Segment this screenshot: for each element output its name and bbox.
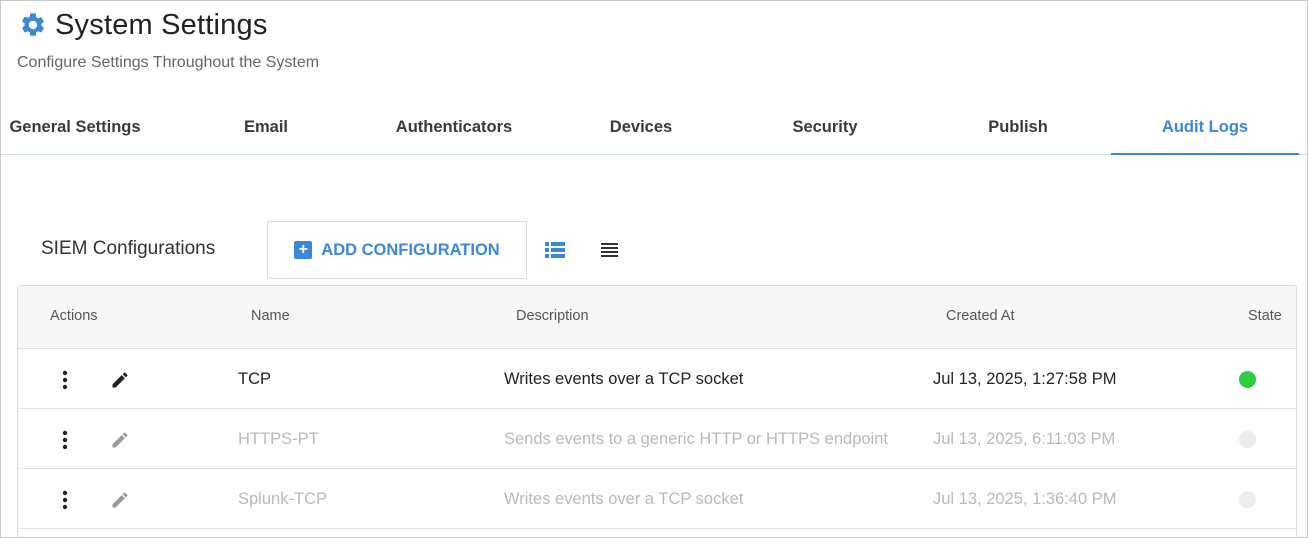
table-row[interactable]: HTTPS-PT Sends events to a generic HTTP …: [18, 409, 1296, 469]
edit-pencil-icon[interactable]: [110, 370, 130, 390]
siem-configurations-table: Actions Name Description Created At Stat…: [17, 285, 1297, 538]
row-created-at: Jul 13, 2025, 1:36:40 PM: [933, 490, 1117, 508]
state-inactive-indicator: [1239, 491, 1256, 508]
column-header-description: Description: [516, 308, 589, 324]
add-configuration-button[interactable]: + ADD CONFIGURATION: [267, 221, 527, 279]
edit-pencil-icon[interactable]: [110, 490, 130, 510]
row-name: HTTPS-PT: [238, 430, 319, 448]
add-configuration-label: ADD CONFIGURATION: [321, 240, 500, 259]
row-created-at: Jul 13, 2025, 6:11:03 PM: [933, 430, 1116, 448]
row-description: Writes events over a TCP socket: [504, 490, 744, 508]
state-inactive-indicator: [1239, 431, 1256, 448]
page-header: System Settings: [17, 7, 268, 43]
more-options-icon[interactable]: [62, 370, 68, 390]
column-header-state: State: [1248, 308, 1282, 324]
row-description: Sends events to a generic HTTP or HTTPS …: [504, 430, 888, 448]
edit-pencil-icon[interactable]: [110, 430, 130, 450]
row-name: Splunk-TCP: [238, 490, 327, 508]
tab-email[interactable]: Email: [201, 101, 331, 154]
tab-authenticators[interactable]: Authenticators: [373, 101, 535, 154]
tab-devices[interactable]: Devices: [576, 101, 706, 154]
tab-audit-logs[interactable]: Audit Logs: [1111, 101, 1299, 155]
state-active-indicator: [1239, 371, 1256, 388]
row-name: TCP: [238, 370, 271, 388]
table-row[interactable]: TCP Writes events over a TCP socket Jul …: [18, 349, 1296, 409]
settings-tabs: General Settings Email Authenticators De…: [1, 101, 1307, 155]
page-title: System Settings: [55, 8, 268, 41]
plus-icon: +: [294, 241, 313, 259]
more-options-icon[interactable]: [62, 490, 68, 510]
column-header-created-at: Created At: [946, 308, 1015, 324]
tab-publish[interactable]: Publish: [953, 101, 1083, 154]
siem-configurations-label: SIEM Configurations: [41, 238, 216, 259]
list-view-icon[interactable]: [600, 241, 620, 259]
card-view-icon[interactable]: [545, 241, 565, 259]
row-created-at: Jul 13, 2025, 1:27:58 PM: [933, 370, 1117, 388]
page-subtitle: Configure Settings Throughout the System: [17, 54, 320, 71]
table-row[interactable]: Splunk-TCP Writes events over a TCP sock…: [18, 469, 1296, 529]
gear-icon: [22, 13, 44, 36]
tab-security[interactable]: Security: [760, 101, 890, 154]
title-row: System Settings: [17, 7, 268, 43]
tab-general-settings[interactable]: General Settings: [1, 101, 149, 154]
more-options-icon[interactable]: [62, 430, 68, 450]
table-header: Actions Name Description Created At Stat…: [18, 286, 1296, 349]
column-header-actions: Actions: [50, 308, 98, 324]
column-header-name: Name: [251, 308, 290, 324]
row-description: Writes events over a TCP socket: [504, 370, 744, 388]
